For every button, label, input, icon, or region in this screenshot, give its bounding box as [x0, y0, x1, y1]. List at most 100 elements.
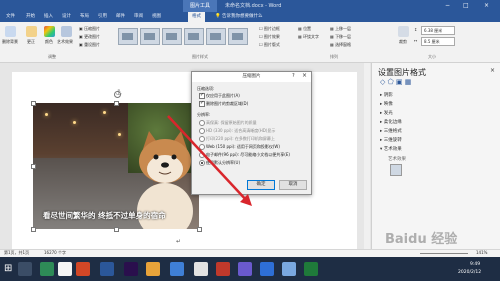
- start-icon[interactable]: ⊞: [4, 263, 12, 274]
- reset-picture-button[interactable]: ▣ 重设图片: [79, 42, 100, 48]
- app-icon[interactable]: [304, 262, 318, 276]
- color-label: 颜色: [45, 39, 53, 44]
- tab-mailings[interactable]: 邮件: [116, 13, 125, 19]
- compress-pictures-button[interactable]: ▣ 压缩图片: [79, 26, 100, 32]
- close-button[interactable]: ×: [484, 2, 489, 9]
- window-title: 未命名文档.docx - Word: [225, 3, 282, 9]
- pane-section-glow[interactable]: ▸ 发光: [380, 110, 393, 116]
- tab-file[interactable]: 文件: [6, 13, 15, 19]
- picture-style-1[interactable]: [118, 28, 138, 45]
- pane-section-label: 三维格式: [383, 129, 402, 134]
- minimize-button[interactable]: −: [445, 2, 450, 9]
- pane-section-soft-edges[interactable]: ▸ 柔化边缘: [380, 119, 402, 125]
- tab-design[interactable]: 设计: [62, 13, 71, 19]
- picture-border-label: 图片边框: [263, 26, 280, 31]
- pane-category-icons[interactable]: ◇ ⬠ ▣ ▦: [380, 78, 411, 86]
- corrections-icon[interactable]: [26, 26, 37, 37]
- app-icon[interactable]: [216, 262, 230, 276]
- tab-references[interactable]: 引用: [98, 13, 107, 19]
- app-icon[interactable]: [58, 262, 72, 276]
- app-icon[interactable]: [260, 262, 274, 276]
- pane-section-3d-format[interactable]: ▸ 三维格式: [380, 128, 402, 134]
- picture-effects-button[interactable]: ☐ 图片效果: [259, 34, 280, 40]
- compress-pictures-label: 压缩图片: [84, 26, 101, 31]
- tab-insert[interactable]: 插入: [44, 13, 53, 19]
- resize-handle[interactable]: [31, 227, 36, 232]
- wrap-text-button[interactable]: ▦ 环绕文字: [298, 34, 319, 40]
- pane-close-icon[interactable]: ×: [490, 67, 495, 74]
- wrap-text-label: 环绕文字: [303, 34, 320, 39]
- rotate-handle[interactable]: [114, 91, 121, 98]
- lamp-light: [118, 133, 121, 136]
- app-icon[interactable]: [146, 262, 160, 276]
- dialog-close-icon[interactable]: ×: [302, 72, 307, 79]
- pane-section-label: 映像: [383, 102, 393, 107]
- app-icon[interactable]: [170, 262, 184, 276]
- change-picture-label: 更改图片: [84, 34, 101, 39]
- resize-handle[interactable]: [31, 164, 36, 169]
- maximize-button[interactable]: □: [463, 2, 469, 9]
- picture-layout-button[interactable]: ☐ 图片版式: [259, 42, 280, 48]
- bring-forward-label: 上移一层: [335, 26, 352, 31]
- delete-cropped-checkbox[interactable]: [199, 100, 205, 107]
- picture-style-3[interactable]: [162, 28, 182, 45]
- resize-handle[interactable]: [197, 227, 202, 232]
- reset-picture-label: 重设图片: [84, 42, 101, 47]
- powerpoint-icon[interactable]: [76, 262, 90, 276]
- height-input[interactable]: 6.38 厘米: [421, 26, 455, 35]
- apply-only-label: 仅应用于此图片(A): [206, 93, 240, 98]
- resize-handle[interactable]: [31, 101, 36, 106]
- picture-style-6[interactable]: [228, 28, 248, 45]
- zoom-slider[interactable]: [420, 253, 468, 254]
- pane-section-reflection[interactable]: ▸ 映像: [380, 101, 393, 107]
- pane-section-label: 发光: [383, 111, 393, 116]
- bring-forward-button[interactable]: ▦ 上移一层: [330, 26, 351, 32]
- help-icon[interactable]: ?: [292, 73, 295, 79]
- app-icon[interactable]: [238, 262, 252, 276]
- remove-background-icon[interactable]: [5, 26, 16, 37]
- chrome-icon[interactable]: [194, 262, 208, 276]
- apply-only-checkbox[interactable]: [199, 92, 205, 99]
- tab-home[interactable]: 开始: [26, 13, 35, 19]
- tell-me-search[interactable]: 💡 告诉我你想要做什么: [215, 13, 263, 19]
- picture-border-button[interactable]: ☐ 图片边框: [259, 26, 280, 32]
- qq-icon[interactable]: [282, 262, 296, 276]
- send-backward-button[interactable]: ▦ 下移一层: [330, 34, 351, 40]
- artistic-effect-dropdown[interactable]: [390, 164, 402, 176]
- tab-format[interactable]: 格式: [188, 12, 205, 22]
- tab-layout[interactable]: 布局: [80, 13, 89, 19]
- crop-icon[interactable]: [398, 26, 409, 37]
- vertical-scrollbar[interactable]: [364, 63, 370, 249]
- search-icon[interactable]: [18, 262, 32, 276]
- picture-layout-label: 图片版式: [263, 42, 280, 47]
- zoom-level[interactable]: 141%: [476, 250, 487, 255]
- position-label: 位置: [303, 26, 312, 31]
- remove-background-label: 删除背景: [2, 39, 18, 44]
- selection-pane-button[interactable]: ▦ 选择窗格: [330, 42, 351, 48]
- lamp-light: [73, 121, 76, 124]
- artistic-effects-icon[interactable]: [61, 26, 72, 37]
- pane-section-shadow[interactable]: ▸ 阴影: [380, 92, 393, 98]
- width-input[interactable]: 8.5 厘米: [421, 37, 455, 46]
- word-icon[interactable]: [100, 262, 114, 276]
- paragraph-mark-icon: ↵: [176, 238, 182, 245]
- cancel-button[interactable]: 取消: [279, 180, 307, 190]
- color-icon[interactable]: [44, 26, 55, 37]
- resize-handle[interactable]: [114, 101, 119, 106]
- page-count: 第1页，共1页: [4, 250, 30, 255]
- picture-style-4[interactable]: [184, 28, 204, 45]
- pane-section-artistic-effects[interactable]: ▾ 艺术效果: [380, 146, 402, 152]
- pane-title: 设置图片格式: [378, 68, 426, 77]
- resize-handle[interactable]: [114, 227, 119, 232]
- tab-review[interactable]: 审阅: [134, 13, 143, 19]
- premiere-icon[interactable]: [124, 262, 138, 276]
- picture-style-5[interactable]: [206, 28, 226, 45]
- pane-section-3d-rotation[interactable]: ▸ 三维旋转: [380, 137, 402, 143]
- watermark-logo: Baidu 经验: [385, 232, 458, 247]
- app-icon[interactable]: [40, 262, 54, 276]
- word-count: 16270 个字: [44, 250, 66, 255]
- position-button[interactable]: ▦ 位置: [298, 26, 311, 32]
- picture-style-2[interactable]: [140, 28, 160, 45]
- change-picture-button[interactable]: ▣ 更改图片: [79, 34, 100, 40]
- tab-view[interactable]: 视图: [152, 13, 161, 19]
